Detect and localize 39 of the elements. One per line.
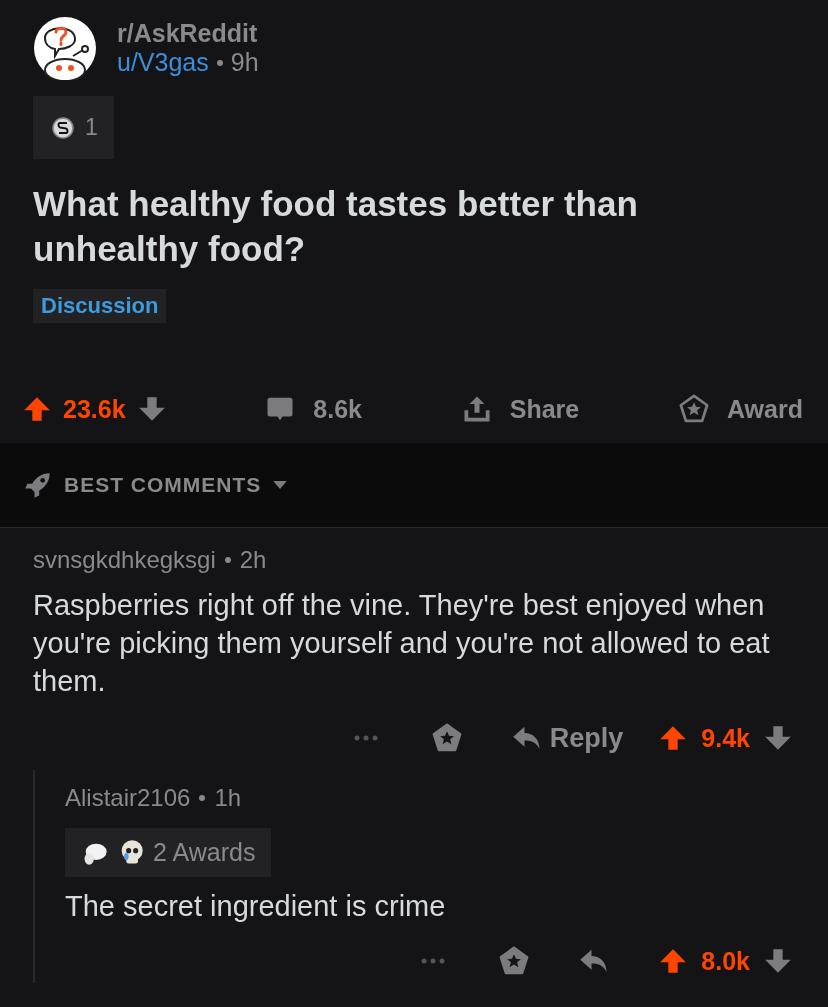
comment-age: 1h: [214, 784, 242, 812]
downvote-icon[interactable]: [764, 724, 792, 752]
comments-button[interactable]: 8.6k: [265, 394, 362, 424]
comment-age: 2h: [239, 546, 267, 574]
separator-dot: [224, 557, 231, 563]
subreddit-name[interactable]: r/AskReddit: [117, 19, 259, 48]
separator-dot: [199, 795, 206, 801]
rocket-icon: [24, 471, 52, 499]
downvote-icon[interactable]: [764, 947, 792, 975]
separator-dot: [216, 59, 223, 66]
caret-icon: [273, 480, 288, 490]
upvote-icon[interactable]: [659, 947, 688, 975]
post-score: 23.6k: [63, 394, 126, 424]
share-button[interactable]: Share: [461, 394, 580, 424]
comment-author[interactable]: svnsgkdhkegksgi: [33, 546, 216, 574]
upvote-icon[interactable]: [23, 395, 51, 423]
reply-button[interactable]: Reply: [511, 722, 624, 754]
comment-author[interactable]: Alistair2106: [65, 784, 191, 812]
award-icon[interactable]: [431, 723, 462, 753]
subreddit-avatar-icon[interactable]: [33, 16, 97, 80]
award-icon: [679, 394, 709, 424]
comment-score: 9.4k: [701, 723, 750, 753]
award-badge[interactable]: 1: [33, 96, 114, 159]
coin-icon: [51, 115, 75, 140]
downvote-icon[interactable]: [137, 395, 166, 423]
more-icon[interactable]: [421, 958, 446, 964]
post-author[interactable]: u/V3gas: [117, 48, 209, 77]
upvote-icon[interactable]: [659, 724, 688, 752]
comment-score: 8.0k: [701, 946, 750, 976]
post-age: 9h: [230, 48, 259, 77]
award-button[interactable]: Award: [679, 394, 803, 424]
comment-text: The secret ingredient is crime: [65, 889, 447, 924]
sort-button[interactable]: BEST COMMENTS: [24, 471, 288, 499]
awards-badge[interactable]: 2 Awards: [65, 828, 272, 877]
post-title: What healthy food tastes better than unhealthy food?: [33, 183, 639, 270]
award-icon[interactable]: [499, 946, 530, 976]
comment-text: Raspberries right off the vine. They're best enjoyed when you're picking them yourself and you're not allowed to eat them.: [33, 588, 771, 699]
more-icon[interactable]: [353, 735, 378, 741]
post-flair[interactable]: Discussion: [33, 289, 167, 323]
